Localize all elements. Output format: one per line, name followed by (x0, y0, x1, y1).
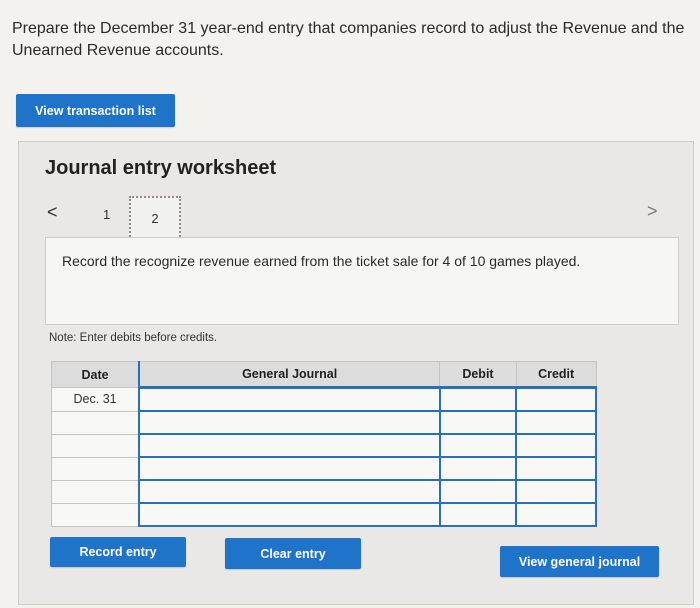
view-transaction-list-button[interactable]: View transaction list (16, 94, 175, 127)
table-header-row: Date General Journal Debit Credit (51, 361, 597, 388)
date-cell (51, 479, 140, 504)
chevron-right-icon[interactable]: > (647, 201, 658, 222)
account-input[interactable] (138, 479, 441, 504)
table-row (51, 502, 597, 527)
worksheet-page-1[interactable]: 1 (103, 207, 110, 222)
journal-table: Date General Journal Debit Credit Dec. 3… (51, 361, 597, 527)
debit-input[interactable] (438, 456, 518, 481)
chevron-left-icon[interactable]: < (47, 202, 58, 223)
table-row (51, 456, 597, 481)
credit-input[interactable] (515, 456, 597, 481)
debit-input[interactable] (438, 433, 518, 458)
debit-input[interactable] (438, 479, 518, 504)
table-row (51, 479, 597, 504)
note-text: Note: Enter debits before credits. (49, 332, 218, 344)
date-cell (51, 433, 140, 458)
table-row (51, 433, 597, 458)
clear-entry-button[interactable]: Clear entry (225, 538, 361, 569)
journal-entry-worksheet: Journal entry worksheet < 1 2 > Record t… (18, 141, 694, 605)
credit-input[interactable] (515, 433, 597, 458)
column-header-credit: Credit (515, 361, 597, 388)
record-entry-button[interactable]: Record entry (50, 537, 186, 567)
table-row (51, 410, 597, 435)
column-header-general-journal: General Journal (138, 361, 441, 388)
credit-input[interactable] (515, 502, 597, 527)
credit-input[interactable] (515, 386, 597, 412)
page-number: 2 (151, 210, 159, 226)
instruction-text: Record the recognize revenue earned from… (62, 253, 581, 269)
worksheet-page-2-current[interactable]: 2 (129, 196, 181, 240)
worksheet-title: Journal entry worksheet (45, 157, 277, 179)
account-input[interactable] (138, 433, 441, 458)
credit-input[interactable] (515, 479, 597, 504)
column-header-debit: Debit (439, 361, 517, 388)
account-input[interactable] (138, 456, 441, 481)
debit-input[interactable] (438, 386, 518, 412)
column-header-date: Date (51, 361, 140, 388)
instruction-box: Record the recognize revenue earned from… (45, 237, 679, 325)
account-input[interactable] (138, 502, 441, 527)
account-input[interactable] (138, 386, 441, 412)
table-row: Dec. 31 (51, 386, 597, 412)
debit-input[interactable] (438, 410, 518, 435)
date-cell: Dec. 31 (51, 387, 140, 412)
debit-input[interactable] (438, 502, 518, 527)
date-cell (51, 502, 140, 527)
account-input[interactable] (138, 410, 441, 435)
question-prompt: Prepare the December 31 year-end entry t… (12, 20, 685, 59)
credit-input[interactable] (515, 410, 597, 435)
view-general-journal-button[interactable]: View general journal (500, 546, 659, 577)
date-cell (51, 410, 140, 435)
date-cell (51, 456, 140, 481)
